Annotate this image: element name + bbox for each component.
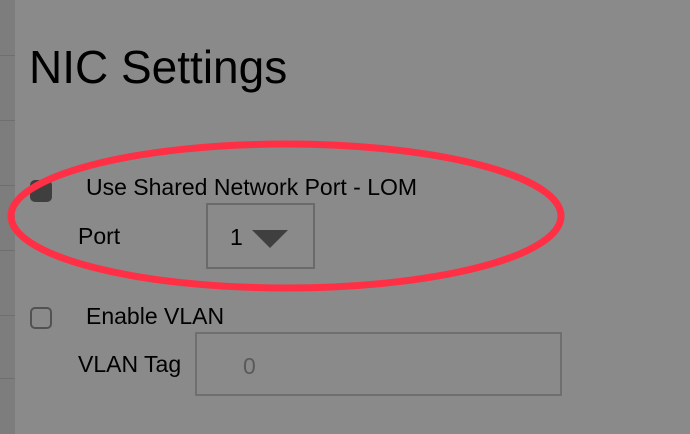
left-strip <box>0 0 15 434</box>
shared-port-checkbox[interactable] <box>30 180 52 202</box>
enable-vlan-checkbox[interactable] <box>30 307 52 329</box>
divider <box>0 185 15 186</box>
shared-port-label: Use Shared Network Port - LOM <box>86 174 418 200</box>
page-title: NIC Settings <box>29 41 288 93</box>
vlan-tag-label: VLAN Tag <box>78 351 182 377</box>
divider <box>0 55 15 56</box>
divider <box>0 378 15 379</box>
divider <box>0 120 15 121</box>
vlan-tag-input[interactable]: 0 <box>195 332 562 396</box>
vlan-tag-value: 0 <box>243 353 256 379</box>
dropdown-arrow-icon <box>252 230 288 248</box>
port-label: Port <box>78 223 121 249</box>
port-select-value: 1 <box>230 224 243 250</box>
port-select[interactable]: 1 <box>206 203 315 269</box>
divider <box>0 315 15 316</box>
enable-vlan-label: Enable VLAN <box>86 303 225 329</box>
divider <box>0 250 15 251</box>
